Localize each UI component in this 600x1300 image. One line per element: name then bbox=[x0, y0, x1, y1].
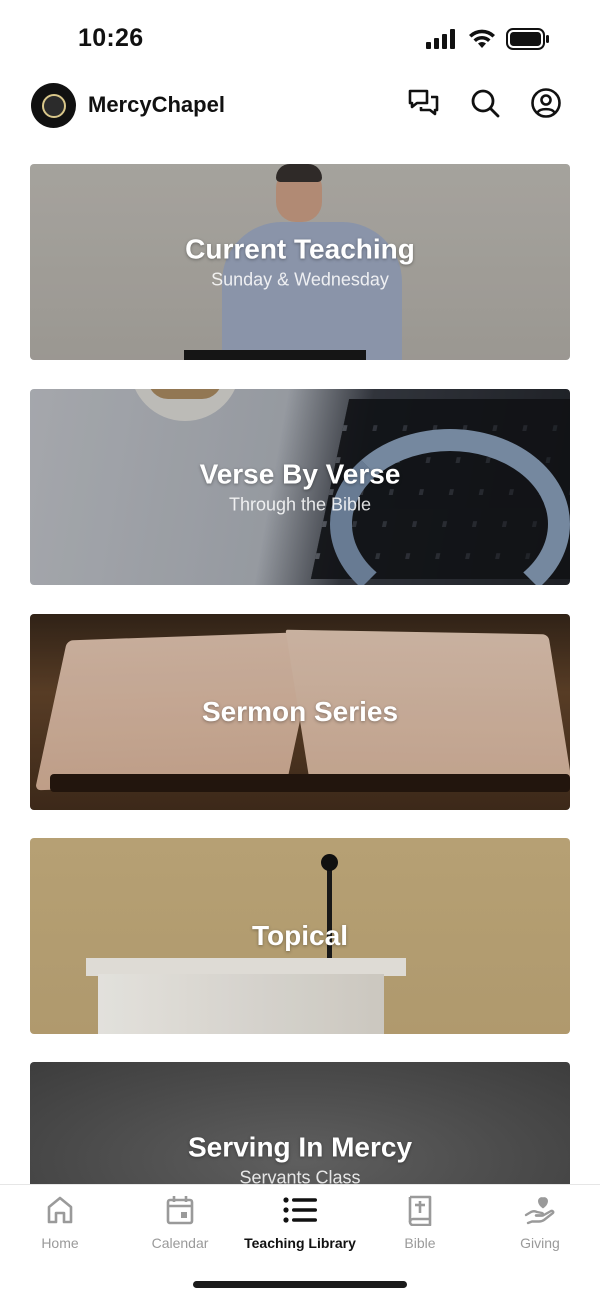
tab-label: Teaching Library bbox=[244, 1235, 356, 1251]
wifi-icon bbox=[468, 29, 496, 54]
card-subtitle: Sunday & Wednesday bbox=[211, 269, 389, 290]
card-title: Topical bbox=[252, 920, 348, 951]
signal-icon bbox=[426, 29, 458, 54]
app-title: MercyChapel bbox=[88, 92, 225, 117]
tab-teaching-library[interactable]: Teaching Library bbox=[240, 1195, 360, 1259]
status-bar: 10:26 bbox=[0, 0, 600, 70]
tab-calendar[interactable]: Calendar bbox=[120, 1195, 240, 1259]
app-header: MercyChapel bbox=[0, 78, 600, 134]
calendar-icon bbox=[166, 1195, 194, 1230]
profile-button[interactable] bbox=[529, 87, 563, 124]
tab-label: Giving bbox=[520, 1235, 560, 1251]
chat-bubbles-icon bbox=[407, 88, 439, 123]
status-icons bbox=[426, 28, 550, 55]
giving-hand-icon bbox=[524, 1195, 556, 1230]
card-serving-in-mercy[interactable]: Serving In Mercy Servants Class bbox=[30, 1062, 570, 1184]
user-circle-icon bbox=[530, 87, 562, 124]
card-title: Verse By Verse bbox=[199, 458, 401, 490]
list-icon bbox=[283, 1196, 317, 1228]
teaching-library-feed[interactable]: Current Teaching Sunday & Wednesday Vers… bbox=[0, 164, 600, 1184]
card-subtitle: Servants Class bbox=[239, 1167, 361, 1185]
card-title: Current Teaching bbox=[185, 233, 415, 265]
search-button[interactable] bbox=[468, 88, 502, 122]
bottom-tab-bar: Home Calendar Teaching Library Bible Giv… bbox=[0, 1184, 600, 1300]
card-sermon-series[interactable]: Sermon Series bbox=[30, 614, 570, 810]
tab-home[interactable]: Home bbox=[0, 1195, 120, 1259]
card-title: Serving In Mercy bbox=[187, 1131, 413, 1163]
tab-giving[interactable]: Giving bbox=[480, 1195, 600, 1259]
chat-button[interactable] bbox=[406, 88, 440, 122]
church-logo-icon[interactable] bbox=[31, 83, 76, 128]
status-time: 10:26 bbox=[78, 24, 144, 52]
card-title: Sermon Series bbox=[201, 696, 399, 727]
search-icon bbox=[470, 88, 500, 123]
home-icon bbox=[46, 1195, 74, 1230]
battery-icon bbox=[506, 28, 550, 55]
tab-label: Home bbox=[41, 1235, 79, 1251]
card-subtitle: Through the Bible bbox=[228, 494, 372, 515]
tab-bible[interactable]: Bible bbox=[360, 1195, 480, 1259]
home-indicator bbox=[193, 1281, 407, 1288]
tab-label: Calendar bbox=[151, 1235, 209, 1251]
card-topical[interactable]: Topical bbox=[30, 838, 570, 1034]
tab-label: Bible bbox=[404, 1235, 436, 1251]
card-current-teaching[interactable]: Current Teaching Sunday & Wednesday bbox=[30, 164, 570, 360]
card-verse-by-verse[interactable]: Verse By Verse Through the Bible bbox=[30, 389, 570, 585]
bible-icon bbox=[407, 1194, 433, 1231]
